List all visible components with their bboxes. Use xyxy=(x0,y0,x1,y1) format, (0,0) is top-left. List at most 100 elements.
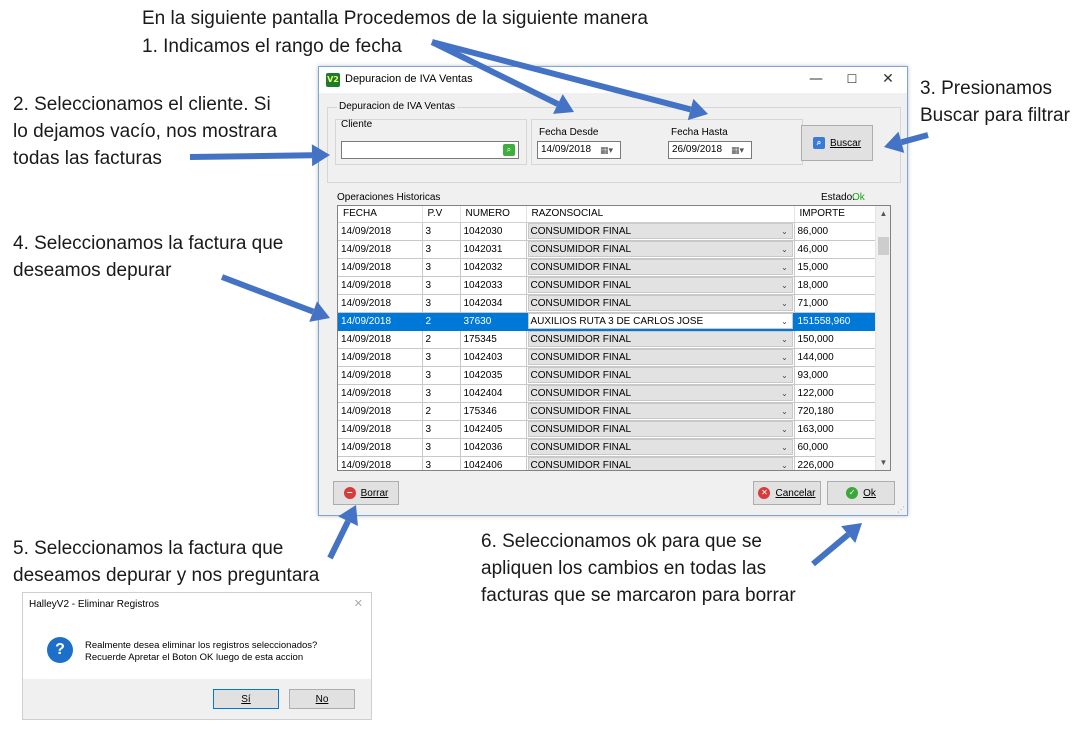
ok-button[interactable]: ✓ Ok xyxy=(827,481,895,505)
cell-razonsocial[interactable]: CONSUMIDOR FINAL ⌄ xyxy=(526,366,795,385)
scroll-up-icon[interactable]: ▲ xyxy=(876,206,890,221)
table-row[interactable]: 14/09/2018 2 175346 CONSUMIDOR FINAL ⌄ 720,18… xyxy=(338,402,877,421)
dialog-title: HalleyV2 - Eliminar Registros xyxy=(29,599,160,610)
buscar-button[interactable]: ⌕ Buscar xyxy=(801,125,873,161)
borrar-button[interactable]: − Borrar xyxy=(333,481,399,505)
razonsocial-combo[interactable]: CONSUMIDOR FINAL ⌄ xyxy=(527,295,793,311)
calendar-dropdown-icon[interactable]: ▦▾ xyxy=(731,144,749,156)
chevron-down-icon[interactable]: ⌄ xyxy=(778,299,792,308)
chevron-down-icon[interactable]: ⌄ xyxy=(778,245,792,254)
dialog-footer: Sí No xyxy=(23,679,371,719)
razonsocial-combo[interactable]: CONSUMIDOR FINAL ⌄ xyxy=(527,421,793,437)
calendar-dropdown-icon[interactable]: ▦▾ xyxy=(600,144,618,156)
annotation-step1: 1. Indicamos el rango de fecha xyxy=(142,36,402,57)
column-header[interactable]: IMPORTE xyxy=(794,206,877,223)
table-row[interactable]: 14/09/2018 3 1042035 CONSUMIDOR FINAL ⌄ 93,00… xyxy=(338,366,877,385)
search-client-icon[interactable]: ⌕ xyxy=(503,144,515,156)
chevron-down-icon[interactable]: ⌄ xyxy=(778,335,792,344)
razonsocial-combo[interactable]: CONSUMIDOR FINAL ⌄ xyxy=(527,439,793,455)
fecha-desde-picker[interactable]: 14/09/2018 ▦▾ xyxy=(537,141,621,159)
column-header[interactable]: RAZONSOCIAL xyxy=(526,206,795,223)
cell-fecha: 14/09/2018 xyxy=(338,276,423,295)
chevron-down-icon[interactable]: ⌄ xyxy=(778,425,792,434)
cell-pv: 2 xyxy=(422,402,461,421)
chevron-down-icon[interactable]: ⌄ xyxy=(778,317,792,326)
cell-razonsocial[interactable]: CONSUMIDOR FINAL ⌄ xyxy=(526,456,795,470)
chevron-down-icon[interactable]: ⌄ xyxy=(778,389,792,398)
chevron-down-icon[interactable]: ⌄ xyxy=(778,263,792,272)
title-bar[interactable]: V2 Depuracion de IVA Ventas — ☐ ✕ xyxy=(319,67,907,93)
cell-razonsocial[interactable]: CONSUMIDOR FINAL ⌄ xyxy=(526,258,795,277)
table-row[interactable]: 14/09/2018 3 1042031 CONSUMIDOR FINAL ⌄ 46,00… xyxy=(338,240,877,259)
no-button[interactable]: No xyxy=(289,689,355,709)
cliente-input[interactable]: ⌕ xyxy=(341,141,519,159)
razonsocial-combo[interactable]: AUXILIOS RUTA 3 DE CARLOS JOSE ⌄ xyxy=(527,313,793,329)
table-row[interactable]: 14/09/2018 3 1042036 CONSUMIDOR FINAL ⌄ 60,00… xyxy=(338,438,877,457)
cell-razonsocial[interactable]: CONSUMIDOR FINAL ⌄ xyxy=(526,276,795,295)
table-row[interactable]: 14/09/2018 3 1042032 CONSUMIDOR FINAL ⌄ 15,00… xyxy=(338,258,877,277)
fecha-hasta-picker[interactable]: 26/09/2018 ▦▾ xyxy=(668,141,752,159)
chevron-down-icon[interactable]: ⌄ xyxy=(778,443,792,452)
cell-razonsocial[interactable]: CONSUMIDOR FINAL ⌄ xyxy=(526,330,795,349)
cell-razonsocial[interactable]: CONSUMIDOR FINAL ⌄ xyxy=(526,294,795,313)
minimize-button[interactable]: — xyxy=(797,67,835,93)
chevron-down-icon[interactable]: ⌄ xyxy=(778,407,792,416)
yes-button[interactable]: Sí xyxy=(213,689,279,709)
razonsocial-combo[interactable]: CONSUMIDOR FINAL ⌄ xyxy=(527,223,793,239)
table-row[interactable]: 14/09/2018 3 1042034 CONSUMIDOR FINAL ⌄ 71,00… xyxy=(338,294,877,313)
window-title: Depuracion de IVA Ventas xyxy=(345,73,473,85)
table-row[interactable]: 14/09/2018 3 1042405 CONSUMIDOR FINAL ⌄ 163,0… xyxy=(338,420,877,439)
chevron-down-icon[interactable]: ⌄ xyxy=(778,371,792,380)
cell-razonsocial[interactable]: CONSUMIDOR FINAL ⌄ xyxy=(526,240,795,259)
cell-importe: 60,000 xyxy=(794,438,877,457)
table-header: FECHA P.V NUMERO RAZONSOCIAL IMPORTE xyxy=(338,206,877,223)
chevron-down-icon[interactable]: ⌄ xyxy=(778,281,792,290)
invoices-grid[interactable]: FECHA P.V NUMERO RAZONSOCIAL IMPORTE 14/09/2… xyxy=(337,205,891,471)
cell-fecha: 14/09/2018 xyxy=(338,222,423,241)
dialog-close-button[interactable]: ✕ xyxy=(354,597,363,610)
razonsocial-combo[interactable]: CONSUMIDOR FINAL ⌄ xyxy=(527,367,793,383)
table-row[interactable]: 14/09/2018 3 1042404 CONSUMIDOR FINAL ⌄ 122,0… xyxy=(338,384,877,403)
scroll-thumb[interactable] xyxy=(878,237,889,255)
chevron-down-icon[interactable]: ⌄ xyxy=(778,461,792,470)
cell-fecha: 14/09/2018 xyxy=(338,294,423,313)
cell-numero: 37630 xyxy=(460,312,527,331)
razonsocial-combo[interactable]: CONSUMIDOR FINAL ⌄ xyxy=(527,259,793,275)
cancelar-button[interactable]: ✕ Cancelar xyxy=(753,481,821,505)
column-header[interactable]: P.V xyxy=(422,206,461,223)
vertical-scrollbar[interactable]: ▲ ▼ xyxy=(875,206,890,470)
table-row[interactable]: 14/09/2018 2 37630 AUXILIOS RUTA 3 DE CARLO… xyxy=(338,312,877,331)
cell-numero: 1042035 xyxy=(460,366,527,385)
table-row[interactable]: 14/09/2018 2 175345 CONSUMIDOR FINAL ⌄ 150,00… xyxy=(338,330,877,349)
cell-razonsocial[interactable]: CONSUMIDOR FINAL ⌄ xyxy=(526,348,795,367)
cell-razonsocial[interactable]: CONSUMIDOR FINAL ⌄ xyxy=(526,420,795,439)
razonsocial-combo[interactable]: CONSUMIDOR FINAL ⌄ xyxy=(527,277,793,293)
cell-razonsocial[interactable]: AUXILIOS RUTA 3 DE CARLOS JOSE ⌄ xyxy=(526,312,795,331)
razonsocial-combo[interactable]: CONSUMIDOR FINAL ⌄ xyxy=(527,403,793,419)
razonsocial-combo[interactable]: CONSUMIDOR FINAL ⌄ xyxy=(527,349,793,365)
column-header[interactable]: NUMERO xyxy=(460,206,527,223)
table-row[interactable]: 14/09/2018 3 1042030 CONSUMIDOR FINAL ⌄ 86,00… xyxy=(338,222,877,241)
table-row[interactable]: 14/09/2018 3 1042033 CONSUMIDOR FINAL ⌄ 18,00… xyxy=(338,276,877,295)
cell-razonsocial[interactable]: CONSUMIDOR FINAL ⌄ xyxy=(526,222,795,241)
table-row[interactable]: 14/09/2018 3 1042403 CONSUMIDOR FINAL ⌄ 144,0… xyxy=(338,348,877,367)
close-button[interactable]: ✕ xyxy=(869,67,907,93)
table-row[interactable]: 14/09/2018 3 1042406 CONSUMIDOR FINAL ⌄ 226,0… xyxy=(338,456,877,470)
cell-razonsocial[interactable]: CONSUMIDOR FINAL ⌄ xyxy=(526,384,795,403)
razonsocial-combo[interactable]: CONSUMIDOR FINAL ⌄ xyxy=(527,241,793,257)
razonsocial-combo[interactable]: CONSUMIDOR FINAL ⌄ xyxy=(527,457,793,470)
maximize-button[interactable]: ☐ xyxy=(833,67,871,93)
chevron-down-icon[interactable]: ⌄ xyxy=(778,353,792,362)
scroll-down-icon[interactable]: ▼ xyxy=(876,455,890,470)
cell-importe: 93,000 xyxy=(794,366,877,385)
resize-grip-icon[interactable]: ⋰ xyxy=(897,505,905,514)
column-header[interactable]: FECHA xyxy=(338,206,423,223)
razonsocial-combo[interactable]: CONSUMIDOR FINAL ⌄ xyxy=(527,385,793,401)
annotation-intro: En la siguiente pantalla Procedemos de l… xyxy=(142,8,648,29)
cell-pv: 3 xyxy=(422,240,461,259)
cell-razonsocial[interactable]: CONSUMIDOR FINAL ⌄ xyxy=(526,438,795,457)
razonsocial-combo[interactable]: CONSUMIDOR FINAL ⌄ xyxy=(527,331,793,347)
cell-fecha: 14/09/2018 xyxy=(338,312,423,331)
cell-razonsocial[interactable]: CONSUMIDOR FINAL ⌄ xyxy=(526,402,795,421)
chevron-down-icon[interactable]: ⌄ xyxy=(778,227,792,236)
